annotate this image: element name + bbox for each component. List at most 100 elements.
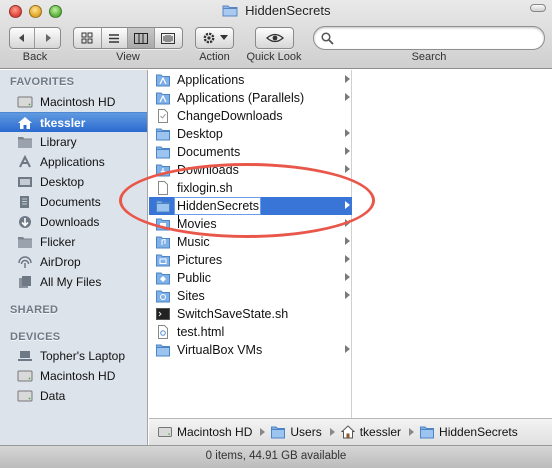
- list-item-test-html[interactable]: test.html: [149, 323, 352, 341]
- list-item-applications[interactable]: Applications: [149, 71, 352, 89]
- folder-icon: [222, 5, 238, 17]
- list-item-label: fixlogin.sh: [177, 181, 233, 195]
- sidebar-item-label: Desktop: [40, 175, 85, 189]
- laptop-icon: [18, 351, 32, 361]
- sidebar: FAVORITES Macintosh HD tkessler Library …: [0, 70, 148, 445]
- forward-button[interactable]: [35, 28, 60, 48]
- sidebar-item-flicker[interactable]: Flicker: [0, 232, 147, 252]
- airdrop-icon: [18, 256, 32, 268]
- folder-icon: [18, 137, 32, 148]
- path-bar: Macintosh HD Users tkessler HiddenSecret…: [149, 418, 552, 445]
- quick-look-button[interactable]: [255, 27, 294, 49]
- search-field[interactable]: [313, 26, 545, 50]
- folder-icon: [156, 344, 170, 357]
- list-item-desktop[interactable]: Desktop: [149, 125, 352, 143]
- list-item-music[interactable]: Music: [149, 233, 352, 251]
- sidebar-item-data[interactable]: Data: [0, 386, 147, 406]
- public-folder-icon: [156, 272, 170, 285]
- hard-drive-icon: [17, 96, 33, 108]
- search-input[interactable]: [338, 30, 538, 46]
- sidebar-item-applications[interactable]: Applications: [0, 152, 147, 172]
- home-icon: [18, 117, 32, 129]
- back-forward-control: [9, 27, 61, 49]
- path-crumb-hiddensecrets[interactable]: HiddenSecrets: [420, 425, 518, 439]
- sidebar-section-favorites: FAVORITES: [10, 76, 75, 88]
- list-item-downloads[interactable]: Downloads: [149, 161, 352, 179]
- list-item-virtualbox-vms[interactable]: VirtualBox VMs: [149, 341, 352, 359]
- disclosure-arrow-icon: [345, 129, 350, 137]
- list-item-documents[interactable]: Documents: [149, 143, 352, 161]
- list-item-changedownloads[interactable]: ChangeDownloads: [149, 107, 352, 125]
- path-crumb-macintosh-hd[interactable]: Macintosh HD: [158, 425, 252, 439]
- path-crumb-label: Macintosh HD: [177, 425, 253, 439]
- path-separator-icon: [260, 428, 266, 436]
- sidebar-item-documents[interactable]: Documents: [0, 192, 147, 212]
- path-crumb-label: Users: [290, 425, 322, 439]
- sidebar-item-airdrop[interactable]: AirDrop: [0, 252, 147, 272]
- list-item-label: Movies: [177, 217, 217, 231]
- list-item-hiddensecrets[interactable]: HiddenSecrets: [149, 197, 352, 228]
- list-item-movies[interactable]: Movies: [149, 215, 352, 233]
- rename-field[interactable]: HiddenSecrets: [174, 197, 261, 228]
- sidebar-item-desktop[interactable]: Desktop: [0, 172, 147, 192]
- sidebar-item-all-my-files[interactable]: All My Files: [0, 272, 147, 292]
- list-item-applications-parallels[interactable]: Applications (Parallels): [149, 89, 352, 107]
- disclosure-arrow-icon: [345, 165, 350, 173]
- cover-flow-view-button[interactable]: [155, 28, 182, 48]
- search-icon: [321, 32, 334, 45]
- disclosure-arrow-icon: [345, 291, 350, 299]
- sidebar-item-label: AirDrop: [40, 255, 81, 269]
- browser-column-hiddensecrets[interactable]: [353, 70, 552, 418]
- list-item-fixlogin[interactable]: fixlogin.sh: [149, 179, 352, 197]
- folder-icon: [420, 426, 435, 439]
- sidebar-item-tkessler[interactable]: tkessler: [0, 112, 147, 132]
- list-view-button[interactable]: [102, 28, 129, 48]
- sidebar-item-macintosh-hd-device[interactable]: Macintosh HD: [0, 366, 147, 386]
- status-text: 0 items, 44.91 GB available: [205, 450, 347, 462]
- sidebar-item-label: Topher's Laptop: [40, 349, 126, 363]
- path-crumb-tkessler[interactable]: tkessler: [340, 425, 402, 439]
- music-folder-icon: [156, 236, 170, 249]
- documents-icon: [20, 196, 29, 208]
- sidebar-item-tophers-laptop[interactable]: Topher's Laptop: [0, 346, 147, 366]
- downloads-folder-icon: [156, 164, 170, 177]
- document-icon: [158, 109, 168, 123]
- icon-view-icon: [81, 32, 93, 44]
- list-item-label: SwitchSaveState.sh: [177, 307, 289, 321]
- cover-flow-icon: [161, 32, 176, 44]
- window-toolbar: HiddenSecrets Back View Action Quick Loo…: [0, 0, 552, 69]
- browser-column-tkessler: Applications Applications (Parallels) Ch…: [149, 70, 352, 418]
- toolbar-toggle-button[interactable]: [530, 4, 546, 12]
- icon-view-button[interactable]: [74, 28, 102, 48]
- list-item-public[interactable]: Public: [149, 269, 352, 287]
- path-crumb-label: tkessler: [359, 425, 402, 439]
- desktop-icon: [18, 177, 32, 187]
- list-item-label: VirtualBox VMs: [177, 343, 263, 357]
- html-document-icon: [158, 325, 168, 339]
- list-item-pictures[interactable]: Pictures: [149, 251, 352, 269]
- search-label: Search: [411, 51, 447, 63]
- hard-drive-icon: [17, 370, 33, 382]
- list-item-switchsavestate[interactable]: SwitchSaveState.sh: [149, 305, 352, 323]
- folder-icon: [156, 200, 170, 213]
- applications-icon: [19, 155, 31, 168]
- list-item-label: Music: [177, 235, 210, 249]
- action-label: Action: [199, 51, 230, 63]
- sidebar-item-downloads[interactable]: Downloads: [0, 212, 147, 232]
- back-button[interactable]: [10, 28, 36, 48]
- path-separator-icon: [409, 428, 415, 436]
- hard-drive-icon: [158, 427, 172, 437]
- sidebar-item-library[interactable]: Library: [0, 132, 147, 152]
- sidebar-item-label: Data: [40, 389, 66, 403]
- quick-look-label: Quick Look: [246, 51, 302, 63]
- path-crumb-users[interactable]: Users: [271, 425, 322, 439]
- sidebar-item-macintosh-hd[interactable]: Macintosh HD: [0, 92, 147, 112]
- sidebar-section-shared: SHARED: [10, 304, 59, 316]
- list-item-label: Documents: [177, 145, 241, 159]
- back-label: Back: [22, 51, 48, 63]
- column-view-button[interactable]: [128, 28, 155, 48]
- list-item-sites[interactable]: Sites: [149, 287, 352, 305]
- list-item-label: ChangeDownloads: [177, 109, 283, 123]
- disclosure-arrow-icon: [345, 219, 350, 227]
- action-menu-button[interactable]: [195, 27, 234, 49]
